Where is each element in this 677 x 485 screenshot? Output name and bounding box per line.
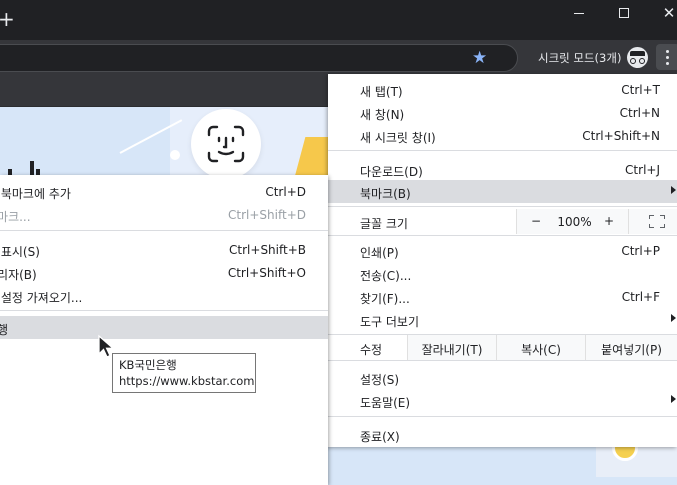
bookmark-star-icon[interactable]: ★ <box>472 50 487 67</box>
zoom-controls: − 100% + <box>516 209 677 234</box>
chevron-right-icon <box>671 314 676 322</box>
menu-edit-row: 수정 잘라내기(T) 복사(C) 붙여넣기(P) <box>328 335 677 360</box>
menu-item-new-window[interactable]: 새 창(N) Ctrl+N <box>328 101 677 124</box>
bookmarks-submenu: 을 북마크에 추가 Ctrl+D 북마크... Ctrl+Shift+D 바 표… <box>0 175 328 485</box>
face-id-icon <box>207 125 245 163</box>
menu-divider <box>328 150 677 151</box>
menu-zoom-row: 글꼴 크기 − 100% + <box>328 209 677 234</box>
bookmark-this-page[interactable]: 을 북마크에 추가 Ctrl+D <box>0 180 328 203</box>
chrome-main-menu: 새 탭(T) Ctrl+T 새 창(N) Ctrl+N 새 시크릿 창(I) C… <box>328 74 677 447</box>
paste-button[interactable]: 붙여넣기(P) <box>585 335 677 360</box>
menu-divider <box>328 360 677 361</box>
menu-item-cast[interactable]: 전송(C)... <box>328 262 677 285</box>
bookmark-tooltip: KB국민은행 https://www.kbstar.com <box>112 353 256 393</box>
tooltip-title: KB국민은행 <box>119 358 177 372</box>
import-bookmarks[interactable]: 및 설정 가져오기... <box>0 284 328 307</box>
incognito-icon[interactable] <box>627 47 648 68</box>
menu-divider <box>328 206 677 207</box>
chrome-menu-button[interactable] <box>656 44 677 70</box>
maximize-icon <box>619 8 629 18</box>
decorative-dot <box>170 150 180 160</box>
zoom-in-button[interactable]: + <box>604 214 614 228</box>
incognito-label[interactable]: 시크릿 모드(3개) <box>538 50 621 66</box>
zoom-value: 100% <box>557 215 592 229</box>
fullscreen-icon[interactable] <box>649 215 665 228</box>
menu-item-find[interactable]: 찾기(F)... Ctrl+F <box>328 285 677 308</box>
edit-label: 수정 <box>360 343 383 357</box>
menu-item-new-tab[interactable]: 새 탭(T) Ctrl+T <box>328 78 677 101</box>
bookmark-item-bank[interactable]: 은행 <box>0 316 328 339</box>
menu-item-downloads[interactable]: 다운로드(D) Ctrl+J <box>328 158 677 181</box>
menu-item-exit[interactable]: 종료(X) <box>328 423 677 446</box>
copy-button[interactable]: 복사(C) <box>496 335 585 360</box>
zoom-label: 글꼴 크기 <box>360 217 408 231</box>
chevron-right-icon <box>671 186 676 194</box>
menu-item-bookmarks[interactable]: 북마크(B) <box>328 180 677 203</box>
new-tab-button[interactable]: + <box>0 9 15 29</box>
title-bar: + ✕ <box>0 0 677 40</box>
submenu-divider <box>0 310 328 311</box>
close-window-button[interactable]: ✕ <box>646 0 677 26</box>
face-id-badge <box>191 109 261 179</box>
bookmark-manager[interactable]: 관리자(B) Ctrl+Shift+O <box>0 261 328 284</box>
address-bar[interactable]: ★ <box>0 44 518 72</box>
browser-toolbar: ★ 시크릿 모드(3개) <box>0 40 677 74</box>
menu-item-settings[interactable]: 설정(S) <box>328 366 677 389</box>
menu-item-new-incognito[interactable]: 새 시크릿 창(I) Ctrl+Shift+N <box>328 124 677 147</box>
cut-button[interactable]: 잘라내기(T) <box>407 335 496 360</box>
chevron-right-icon <box>671 395 676 403</box>
menu-item-print[interactable]: 인쇄(P) Ctrl+P <box>328 239 677 262</box>
zoom-out-button[interactable]: − <box>531 214 541 228</box>
minimize-button[interactable] <box>556 0 602 26</box>
maximize-button[interactable] <box>601 0 647 26</box>
bookmark-all-tabs: 북마크... Ctrl+Shift+D <box>0 208 306 224</box>
menu-item-help[interactable]: 도움말(E) <box>328 389 677 412</box>
menu-divider <box>328 416 677 417</box>
show-bookmarks-bar[interactable]: 바 표시(S) Ctrl+Shift+B <box>0 238 328 261</box>
tooltip-url: https://www.kbstar.com <box>119 374 255 388</box>
minimize-icon <box>574 12 584 14</box>
submenu-divider <box>0 230 328 231</box>
menu-divider <box>328 235 677 236</box>
close-icon: ✕ <box>662 3 676 22</box>
menu-item-more-tools[interactable]: 도구 더보기 <box>328 308 677 331</box>
